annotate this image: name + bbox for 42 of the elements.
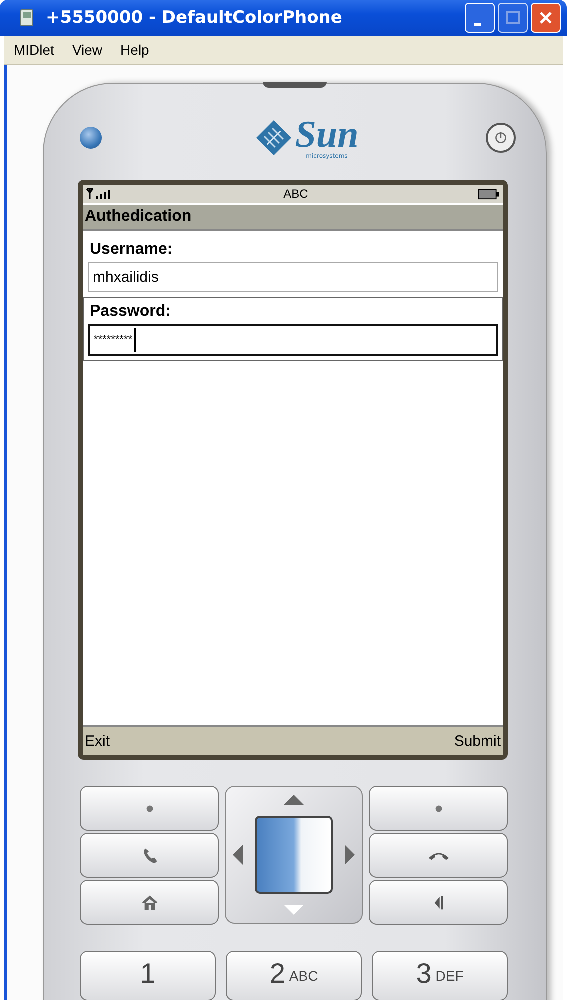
field-label: Username:: [89, 240, 174, 260]
submit-softkey[interactable]: Submit: [454, 732, 501, 750]
number-key[interactable]: 3 DEF: [372, 951, 508, 1000]
left-soft-key[interactable]: [80, 786, 219, 831]
menu-item[interactable]: View: [72, 42, 103, 58]
led-indicator: [80, 127, 102, 149]
battery-icon: [478, 188, 500, 200]
end-call-key[interactable]: [369, 833, 508, 878]
minimize-button[interactable]: [465, 3, 495, 33]
left-arrow-icon: [233, 845, 243, 865]
number-key[interactable]: 1: [80, 951, 216, 1000]
call-key[interactable]: [80, 833, 219, 878]
select-key[interactable]: [255, 816, 333, 894]
down-arrow-icon: [284, 905, 304, 915]
right-arrow-icon: [345, 845, 355, 865]
field-label: Password:: [89, 302, 172, 322]
minimize-icon: [474, 22, 480, 26]
menu-item[interactable]: MIDlet: [14, 42, 54, 58]
navigation-pad[interactable]: [225, 786, 363, 924]
dot-icon: [434, 804, 442, 812]
menu-item[interactable]: Help: [120, 42, 150, 58]
maximize-button[interactable]: [498, 3, 528, 33]
input-field[interactable]: *********: [88, 324, 498, 356]
close-button[interactable]: [531, 3, 561, 33]
power-icon: [493, 130, 509, 146]
number-key[interactable]: 2 ABC: [226, 951, 362, 1000]
home-icon: [140, 894, 158, 912]
dot-icon: [146, 804, 154, 812]
home-key[interactable]: [80, 880, 219, 925]
exit-softkey[interactable]: Exit: [85, 732, 110, 750]
up-arrow-icon: [284, 795, 304, 805]
logo-text: Sun: [295, 116, 359, 152]
input-mode: ABC: [284, 187, 308, 201]
input-field[interactable]: mhxailidis: [88, 262, 498, 292]
window-title: +5550000 - DefaultColorPhone: [46, 8, 344, 28]
screen-title: Authedication: [83, 205, 503, 231]
clear-key[interactable]: [369, 880, 508, 925]
power-button[interactable]: [486, 123, 516, 153]
phone-icon: [20, 9, 34, 27]
back-arrow-icon: [434, 894, 444, 912]
right-soft-key[interactable]: [369, 786, 508, 831]
hang-up-icon: [426, 850, 450, 861]
